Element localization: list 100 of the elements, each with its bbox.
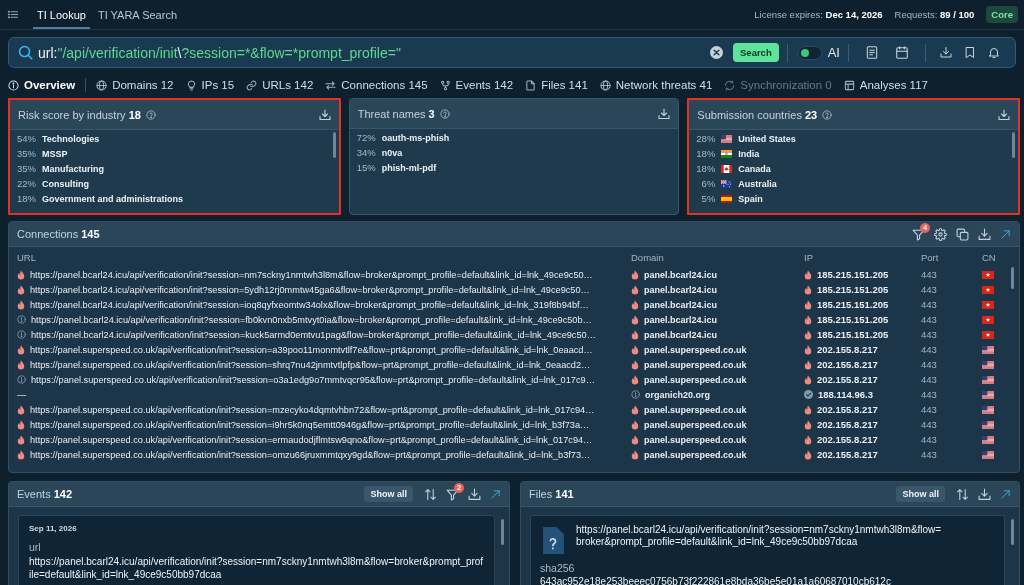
filter-icon[interactable] — [446, 487, 459, 501]
scrollbar[interactable] — [1011, 519, 1014, 545]
globe-icon — [599, 79, 611, 91]
domain-cell[interactable]: panel.superspeed.co.uk — [644, 374, 747, 385]
domain-cell[interactable]: panel.superspeed.co.uk — [644, 434, 747, 445]
domain-cell[interactable]: panel.bcarl24.icu — [644, 269, 718, 280]
ip-cell[interactable]: 202.155.8.217 — [817, 434, 878, 445]
url-cell[interactable]: https://panel.superspeed.co.uk/api/verification/init?session=ermaudodjflmtsw9qno&flow=prt&prompt_profile=default&link_id=lnk_017c94… — [30, 434, 593, 445]
section-tab[interactable]: Connections 145 — [325, 79, 428, 91]
download-icon[interactable] — [940, 46, 952, 59]
filter-icon[interactable] — [912, 227, 925, 241]
url-cell[interactable]: https://panel.superspeed.co.uk/api/verification/init?session=o3a1edg9o7mmtvqcr95&flow=prt&prompt_profile=default&link_id=lnk_017c9… — [31, 374, 595, 385]
flame-icon — [631, 434, 639, 445]
column-header: URL — [17, 251, 37, 263]
url-cell[interactable]: https://panel.bcarl24.icu/api/verification/init?session=kuck5armd0emtvu1pag&flow=broker&prompt_profile=default&link_id=lnk_49ce9c50… — [31, 329, 596, 340]
flame-icon — [631, 284, 639, 295]
domain-cell[interactable]: organich20.org — [645, 389, 710, 400]
exclamation-circle-icon — [17, 330, 26, 339]
url-cell[interactable]: https://panel.bcarl24.icu/api/verification/init?session=5ydh12rj0mmtw45ga6&flow=broker&prompt_profile=default&link_id=lnk_49ce9c50… — [30, 284, 590, 295]
url-cell[interactable]: https://panel.superspeed.co.uk/api/verification/init?session=a39poo11monmtvtlf7e&flow=prt&prompt_profile=default&link_id=lnk_0eaacd… — [30, 344, 593, 355]
flame-icon — [17, 449, 25, 460]
help-icon[interactable] — [822, 109, 833, 120]
download-icon[interactable] — [978, 487, 991, 501]
url-cell[interactable]: https://panel.superspeed.co.uk/api/verification/init?session=omzu66jruxmmtqxy9gd&flow=prt&prompt_profile=default&link_id=lnk_b3f73… — [30, 449, 591, 460]
copy-icon[interactable] — [956, 227, 969, 241]
calendar-icon[interactable] — [895, 45, 909, 60]
bell-icon[interactable] — [988, 46, 1000, 59]
ip-cell[interactable]: 185.215.151.205 — [817, 269, 889, 280]
section-tab[interactable]: Domains 12 — [96, 79, 174, 91]
document-icon[interactable] — [865, 45, 879, 60]
arrow-up-right-icon[interactable] — [1000, 228, 1011, 240]
us-flag-icon — [721, 134, 733, 143]
help-icon[interactable] — [439, 108, 450, 119]
url-cell[interactable]: https://panel.bcarl24.icu/api/verification/init?session=ioq8qyfxeomtw34olx&flow=broker&prompt_profile=default&link_id=lnk_319f8b94bf… — [30, 299, 589, 310]
section-tab[interactable]: Overview — [8, 79, 76, 91]
url-cell[interactable]: https://panel.bcarl24.icu/api/verification/init?session=nm7sckny1nmtwh3l8m&flow=broker&prompt_profile=default&link_id=lnk_49ce9c50… — [30, 269, 593, 280]
scrollbar[interactable] — [501, 519, 504, 545]
app-tab[interactable]: TI Lookup — [33, 0, 90, 29]
arrow-up-right-icon[interactable] — [1000, 488, 1011, 500]
url-cell[interactable]: — — [17, 389, 27, 400]
section-tab[interactable]: Files 141 — [525, 79, 588, 91]
ip-cell[interactable]: 202.155.8.217 — [817, 359, 878, 370]
url-cell[interactable]: https://panel.superspeed.co.uk/api/verification/init?session=shrq7nu42jnmtvtlpfp&flow=prt&prompt_profile=default&link_id=lnk_0eaacd2… — [30, 359, 591, 370]
menu-icon[interactable] — [7, 9, 19, 20]
arrow-up-right-icon[interactable] — [490, 488, 501, 500]
ip-cell[interactable]: 185.215.151.205 — [817, 314, 889, 325]
sort-icon[interactable] — [956, 487, 969, 501]
ip-cell[interactable]: 202.155.8.217 — [817, 404, 878, 415]
ip-cell[interactable]: 202.155.8.217 — [817, 419, 878, 430]
ip-cell[interactable]: 188.114.96.3 — [818, 389, 873, 400]
url-cell[interactable]: https://panel.bcarl24.icu/api/verification/init?session=fb0kvn0nxb5mtvyt0ia&flow=broker&prompt_profile=default&link_id=lnk_49ce9c50b… — [31, 314, 592, 325]
settings-icon[interactable] — [934, 227, 947, 241]
download-icon[interactable] — [468, 487, 481, 501]
india-flag-icon — [721, 149, 733, 158]
show-all-button[interactable]: Show all — [364, 486, 413, 502]
domain-cell[interactable]: panel.superspeed.co.uk — [644, 404, 747, 415]
show-all-button[interactable]: Show all — [896, 486, 945, 502]
scrollbar[interactable] — [1012, 132, 1015, 158]
ip-cell[interactable]: 202.155.8.217 — [817, 344, 878, 355]
domain-cell[interactable]: panel.superspeed.co.uk — [644, 449, 747, 460]
clear-icon[interactable] — [710, 46, 723, 59]
help-icon[interactable] — [145, 109, 156, 120]
search-button[interactable]: Search — [733, 43, 779, 62]
column-header: Port — [921, 251, 940, 263]
sort-icon[interactable] — [424, 487, 437, 501]
section-tab[interactable]: Network threats 41 — [599, 79, 713, 91]
australia-flag-icon — [721, 179, 733, 188]
scrollbar[interactable] — [332, 132, 336, 158]
domain-cell[interactable]: panel.bcarl24.icu — [644, 329, 718, 340]
search-field[interactable]: url:"/api/verification/init\?session=*&flow=*prompt_profile=" — [38, 44, 710, 61]
section-tab[interactable]: Events 142 — [439, 79, 514, 91]
app-tab[interactable]: TI YARA Search — [93, 0, 181, 29]
ip-cell[interactable]: 202.155.8.217 — [817, 449, 878, 460]
download-icon[interactable] — [658, 107, 671, 120]
download-icon[interactable] — [318, 108, 331, 121]
ip-cell[interactable]: 185.215.151.205 — [817, 299, 889, 310]
flame-icon — [631, 374, 639, 385]
domain-cell[interactable]: panel.superspeed.co.uk — [644, 419, 747, 430]
port-cell: 443 — [921, 359, 937, 370]
flame-icon — [631, 269, 639, 280]
url-cell[interactable]: https://panel.superspeed.co.uk/api/verification/init?session=i9hr5k0nq5emtt0946g&flow=prt&prompt_profile=default&link_id=lnk_b3f73a… — [30, 419, 590, 430]
domain-cell[interactable]: panel.bcarl24.icu — [644, 314, 718, 325]
download-icon[interactable] — [998, 108, 1010, 121]
domain-cell[interactable]: panel.bcarl24.icu — [644, 299, 718, 310]
country-name: Canada — [738, 163, 771, 174]
url-cell[interactable]: https://panel.superspeed.co.uk/api/verification/init?session=mzecyko4dqmtvhbn72&flow=prt&prompt_profile=default&link_id=lnk_017c94… — [30, 404, 595, 415]
domain-cell[interactable]: panel.superspeed.co.uk — [644, 344, 747, 355]
port-cell: 443 — [921, 284, 937, 295]
ai-toggle[interactable] — [797, 45, 822, 60]
scrollbar[interactable] — [1011, 267, 1014, 289]
section-tab[interactable]: URLs 142 — [246, 79, 314, 91]
ip-cell[interactable]: 202.155.8.217 — [817, 374, 878, 385]
domain-cell[interactable]: panel.superspeed.co.uk — [644, 359, 747, 370]
bookmark-icon[interactable] — [964, 46, 976, 59]
ip-cell[interactable]: 185.215.151.205 — [817, 284, 889, 295]
ip-cell[interactable]: 185.215.151.205 — [817, 329, 889, 340]
section-tab[interactable]: IPs 15 — [185, 79, 235, 91]
domain-cell[interactable]: panel.bcarl24.icu — [644, 284, 718, 295]
section-tab[interactable]: Analyses 117 — [843, 79, 928, 91]
download-icon[interactable] — [978, 227, 991, 241]
